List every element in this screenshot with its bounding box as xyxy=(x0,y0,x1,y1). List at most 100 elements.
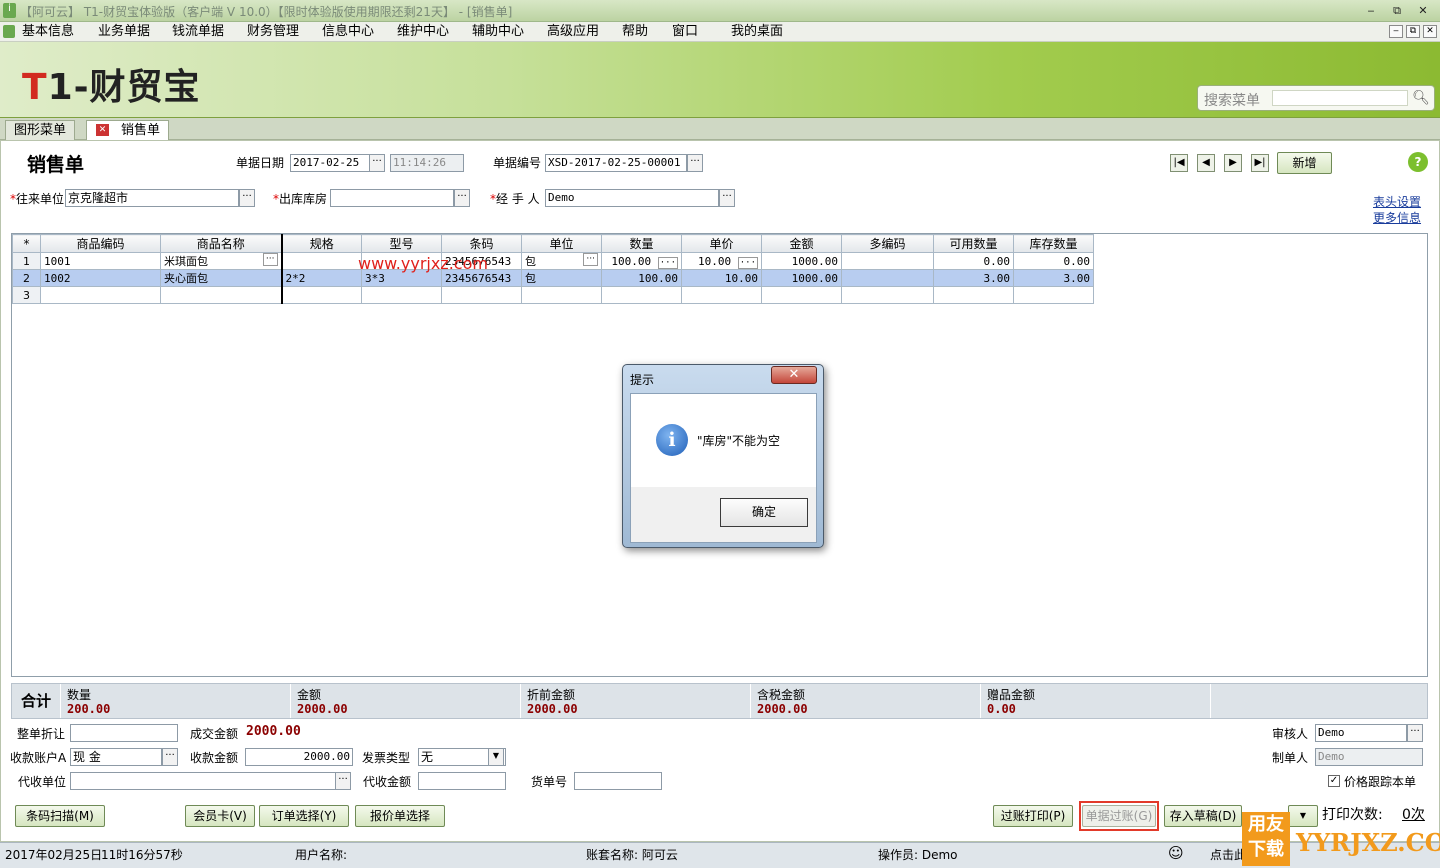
cell-code[interactable] xyxy=(40,286,161,304)
menu-assist[interactable]: 辅助中心 xyxy=(472,23,524,40)
cell-price[interactable] xyxy=(681,286,762,304)
first-record-button[interactable]: |◀ xyxy=(1170,154,1188,172)
menu-cash-docs[interactable]: 钱流单据 xyxy=(172,23,224,40)
cell-code[interactable]: 1002 xyxy=(40,269,161,287)
handler-lookup-button[interactable]: ··· xyxy=(719,189,735,207)
menu-basic-info[interactable]: 基本信息 xyxy=(22,23,74,40)
cell-qty[interactable]: 100.00 ··· xyxy=(601,252,682,270)
mdi-close-button[interactable]: ✕ xyxy=(1423,25,1437,38)
col-header[interactable]: 单位 xyxy=(521,234,602,253)
save-draft-button[interactable]: 存入草稿(D) xyxy=(1164,805,1242,827)
col-header[interactable]: 条码 xyxy=(441,234,522,253)
cell-amount[interactable]: 1000.00 xyxy=(761,269,842,287)
cell-unit[interactable]: 包 ··· xyxy=(521,252,602,270)
menu-help[interactable]: 帮助 xyxy=(622,23,648,40)
cell-name[interactable]: 米琪面包 ··· xyxy=(160,252,283,270)
cell-amount[interactable] xyxy=(761,286,842,304)
menu-window[interactable]: 窗口 xyxy=(672,23,698,40)
more-info-link[interactable]: 更多信息 xyxy=(1373,209,1421,226)
handler-field[interactable]: Demo xyxy=(545,189,719,207)
dialog-close-button[interactable]: ✕ xyxy=(771,366,817,384)
account-lookup-button[interactable]: ··· xyxy=(162,748,178,766)
col-header[interactable]: * xyxy=(12,234,41,253)
cell-name[interactable] xyxy=(160,286,283,304)
cell-price[interactable]: 10.00 ··· xyxy=(681,252,762,270)
menu-info-center[interactable]: 信息中心 xyxy=(322,23,374,40)
cell-multicode[interactable] xyxy=(841,252,934,270)
cell-spec[interactable]: 2*2 xyxy=(281,269,362,287)
col-header[interactable]: 多编码 xyxy=(841,234,934,253)
col-header[interactable]: 金额 xyxy=(761,234,842,253)
menu-advanced[interactable]: 高级应用 xyxy=(547,23,599,40)
post-print-button[interactable]: 过账打印(P) xyxy=(993,805,1073,827)
doc-no-field[interactable]: XSD-2017-02-25-00001 xyxy=(545,154,687,172)
col-header[interactable]: 商品编码 xyxy=(40,234,161,253)
minimize-button[interactable]: ‒ xyxy=(1362,3,1380,19)
prev-record-button[interactable]: ◀ xyxy=(1197,154,1215,172)
agent-unit-field[interactable] xyxy=(70,772,336,790)
cell-multicode[interactable] xyxy=(841,286,934,304)
warehouse-field[interactable] xyxy=(330,189,454,207)
date-picker-button[interactable]: ··· xyxy=(369,154,385,172)
col-header[interactable]: 规格 xyxy=(281,234,362,253)
cell-amount[interactable]: 1000.00 xyxy=(761,252,842,270)
cell-price[interactable]: 10.00 xyxy=(681,269,762,287)
search-icon[interactable]: 🔍︎ xyxy=(1412,89,1430,107)
col-header[interactable]: 单价 xyxy=(681,234,762,253)
agent-amount-field[interactable] xyxy=(418,772,506,790)
partner-lookup-button[interactable]: ··· xyxy=(239,189,255,207)
cell-qty[interactable]: 100.00 xyxy=(601,269,682,287)
new-button[interactable]: 新增 xyxy=(1277,152,1332,174)
warehouse-lookup-button[interactable]: ··· xyxy=(454,189,470,207)
cell-spec[interactable] xyxy=(281,252,362,270)
cargo-no-field[interactable] xyxy=(574,772,662,790)
auditor-field[interactable]: Demo xyxy=(1315,724,1407,742)
header-settings-link[interactable]: 表头设置 xyxy=(1373,193,1421,210)
help-icon[interactable]: ? xyxy=(1408,152,1428,172)
cell-multicode[interactable] xyxy=(841,269,934,287)
doc-no-button[interactable]: ··· xyxy=(687,154,703,172)
quote-select-button[interactable]: 报价单选择 xyxy=(355,805,445,827)
status-click[interactable]: 点击此 xyxy=(1210,846,1246,863)
last-record-button[interactable]: ▶| xyxy=(1251,154,1269,172)
auditor-lookup-button[interactable]: ··· xyxy=(1407,724,1423,742)
discount-field[interactable] xyxy=(70,724,178,742)
search-input[interactable] xyxy=(1272,90,1408,106)
cell-unit[interactable] xyxy=(521,286,602,304)
cell-qty[interactable] xyxy=(601,286,682,304)
col-header[interactable]: 数量 xyxy=(601,234,682,253)
mdi-restore-button[interactable]: ⧉ xyxy=(1406,25,1420,38)
menu-maintenance[interactable]: 维护中心 xyxy=(397,23,449,40)
order-select-button[interactable]: 订单选择(Y) xyxy=(259,805,349,827)
table-row[interactable]: 1 1001 米琪面包 ··· 2345676543 包 ··· 100.00 ··… xyxy=(12,252,1094,270)
dialog-ok-button[interactable]: 确定 xyxy=(720,498,808,527)
more-dropdown-button[interactable]: ▼ xyxy=(1288,805,1318,827)
cell-model[interactable] xyxy=(361,286,442,304)
table-row[interactable]: 2 1002 夹心面包 2*2 3*3 2345676543 包 100.00 … xyxy=(12,269,1094,287)
cell-code[interactable]: 1001 xyxy=(40,252,161,270)
member-card-button[interactable]: 会员卡(V) xyxy=(185,805,255,827)
close-button[interactable]: ✕ xyxy=(1414,3,1432,19)
tab-close-icon[interactable]: ✕ xyxy=(96,124,109,136)
price-track-checkbox[interactable]: ✓ xyxy=(1328,775,1340,787)
cell-unit[interactable]: 包 xyxy=(521,269,602,287)
account-field[interactable]: 现 金 xyxy=(70,748,162,766)
cell-name[interactable]: 夹心面包 xyxy=(160,269,283,287)
menu-desktop[interactable]: 我的桌面 xyxy=(731,23,783,40)
barcode-scan-button[interactable]: 条码扫描(M) xyxy=(15,805,105,827)
col-header[interactable]: 型号 xyxy=(361,234,442,253)
cell-barcode[interactable] xyxy=(441,286,522,304)
menu-finance[interactable]: 财务管理 xyxy=(247,23,299,40)
tab-graphic-menu[interactable]: 图形菜单 xyxy=(5,120,76,140)
chevron-down-icon[interactable]: ▼ xyxy=(488,748,504,766)
agent-unit-lookup-button[interactable]: ··· xyxy=(335,772,351,790)
mdi-minimize-button[interactable]: ‒ xyxy=(1389,25,1403,38)
received-field[interactable]: 2000.00 xyxy=(245,748,353,766)
menu-business-docs[interactable]: 业务单据 xyxy=(98,23,150,40)
restore-button[interactable]: ⧉ xyxy=(1388,3,1406,19)
next-record-button[interactable]: ▶ xyxy=(1224,154,1242,172)
partner-field[interactable]: 京克隆超市 xyxy=(65,189,239,207)
cell-spec[interactable] xyxy=(281,286,362,304)
col-header[interactable]: 商品名称 xyxy=(160,234,283,253)
date-field[interactable]: 2017-02-25 xyxy=(290,154,370,172)
